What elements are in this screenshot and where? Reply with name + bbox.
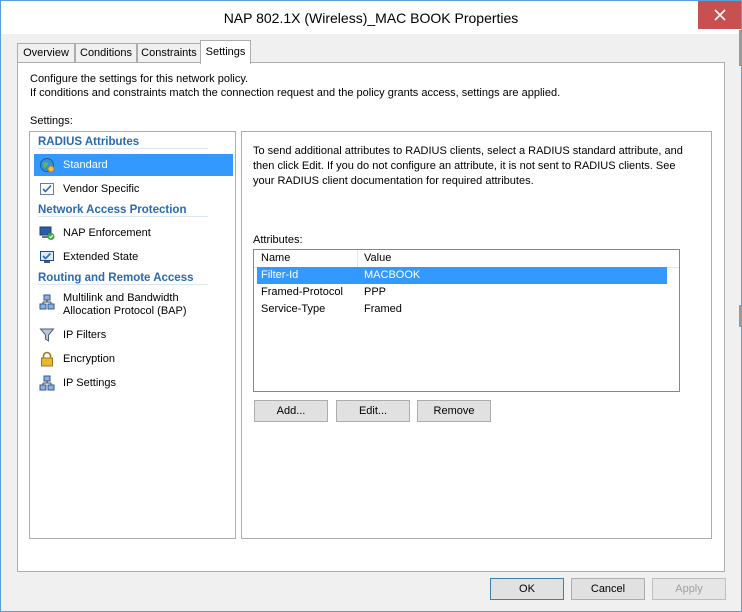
radius-description-line3: your RADIUS client documentation for req…: [253, 175, 534, 187]
remove-button[interactable]: Remove: [417, 400, 491, 422]
tab-overview[interactable]: Overview: [17, 43, 75, 63]
radius-description-line2: then click Edit. If you do not configure…: [253, 160, 676, 172]
settings-nav-pane: RADIUS Attributes Standard Vendor Specif…: [29, 131, 236, 539]
attributes-list-header: Name Value: [254, 250, 679, 268]
attribute-value: Framed: [364, 303, 402, 315]
tab-conditions[interactable]: Conditions: [75, 43, 137, 63]
nav-item-ip-filters[interactable]: IP Filters: [34, 324, 233, 346]
policy-description-line1: Configure the settings for this network …: [30, 73, 249, 85]
attribute-value: MACBOOK: [364, 269, 421, 281]
apply-button[interactable]: Apply: [652, 578, 726, 600]
window-title: NAP 802.1X (Wireless)_MAC BOOK Propertie…: [223, 10, 519, 26]
nav-item-multilink-bap[interactable]: Multilink and Bandwidth Allocation Proto…: [34, 292, 233, 322]
add-button[interactable]: Add...: [254, 400, 328, 422]
radius-description-line1: To send additional attributes to RADIUS …: [253, 145, 683, 157]
column-header-name[interactable]: Name: [261, 252, 290, 264]
nav-item-label: NAP Enforcement: [63, 227, 151, 239]
attribute-name: Framed-Protocol: [261, 286, 343, 298]
column-separator[interactable]: [357, 250, 358, 267]
radius-description: To send additional attributes to RADIUS …: [253, 144, 683, 189]
network-icon: [39, 294, 55, 310]
nav-item-label-line1: Multilink and Bandwidth: [63, 292, 179, 304]
nav-item-ip-settings[interactable]: IP Settings: [34, 372, 233, 394]
close-button[interactable]: [698, 1, 741, 29]
column-header-value[interactable]: Value: [364, 252, 391, 264]
nav-item-nap-enforcement[interactable]: NAP Enforcement: [34, 222, 233, 244]
tab-settings[interactable]: Settings: [200, 40, 251, 64]
nav-item-label: Multilink and Bandwidth Allocation Proto…: [63, 292, 187, 318]
nav-item-label: Extended State: [63, 251, 139, 263]
attributes-list[interactable]: Name Value Filter-Id MACBOOK Framed-Prot…: [253, 249, 680, 392]
edit-button[interactable]: Edit...: [336, 400, 410, 422]
nav-item-label: Vendor Specific: [63, 183, 140, 195]
section-routing-and-remote-access: Routing and Remote Access: [38, 272, 208, 285]
title-bar: NAP 802.1X (Wireless)_MAC BOOK Propertie…: [1, 1, 741, 34]
settings-label: Settings:: [30, 115, 73, 127]
properties-dialog: NAP 802.1X (Wireless)_MAC BOOK Propertie…: [0, 0, 742, 612]
funnel-icon: [39, 328, 55, 342]
close-icon: [713, 9, 726, 21]
tab-constraints[interactable]: Constraints: [137, 43, 201, 63]
network-icon: [39, 375, 55, 391]
section-network-access-protection: Network Access Protection: [38, 204, 208, 217]
attribute-name: Filter-Id: [261, 269, 299, 281]
checklist-icon: [40, 183, 54, 195]
nav-item-vendor-specific[interactable]: Vendor Specific: [34, 178, 233, 200]
table-row[interactable]: Filter-Id MACBOOK: [257, 267, 667, 284]
padlock-icon: [41, 351, 53, 367]
table-row[interactable]: Service-Type Framed: [257, 301, 667, 318]
nav-item-label: IP Filters: [63, 329, 107, 341]
ok-button[interactable]: OK: [490, 578, 564, 600]
nav-item-label: IP Settings: [63, 377, 116, 389]
globe-icon: [40, 158, 55, 173]
nav-item-encryption[interactable]: Encryption: [34, 348, 233, 370]
monitor-check-icon: [40, 251, 54, 263]
attribute-value: PPP: [364, 286, 387, 298]
nav-item-label-line2: Allocation Protocol (BAP): [63, 305, 187, 317]
nav-item-standard[interactable]: Standard: [34, 154, 233, 176]
nav-item-label: Encryption: [63, 353, 115, 365]
section-radius-attributes: RADIUS Attributes: [38, 136, 208, 149]
nap-enforcement-icon: [39, 226, 55, 240]
policy-description-line2: If conditions and constraints match the …: [30, 87, 561, 99]
nav-item-extended-state[interactable]: Extended State: [34, 246, 233, 268]
attributes-label: Attributes:: [253, 234, 303, 246]
nav-item-label: Standard: [63, 159, 108, 171]
attribute-name: Service-Type: [261, 303, 326, 315]
cancel-button[interactable]: Cancel: [571, 578, 645, 600]
table-row[interactable]: Framed-Protocol PPP: [257, 284, 667, 301]
